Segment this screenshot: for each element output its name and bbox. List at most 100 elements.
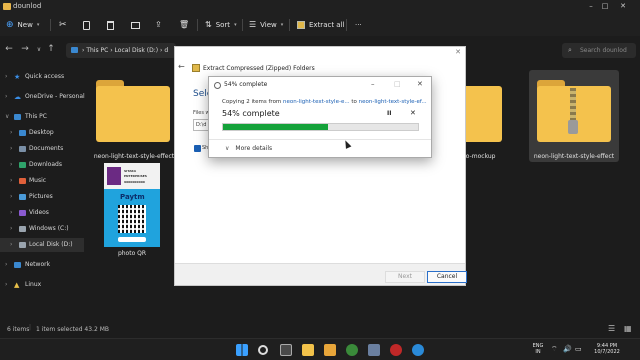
sidebar-item-pictures[interactable]: › Pictures [0, 190, 84, 204]
region-code: IN [535, 349, 541, 355]
show-files-checkbox[interactable] [194, 145, 201, 152]
sidebar-item-windows-c[interactable]: › Windows (C:) [0, 222, 84, 236]
pictures-icon [19, 194, 26, 200]
language-indicator[interactable]: ENG IN [531, 343, 545, 355]
logo-icon [107, 167, 121, 185]
sidebar-item-documents[interactable]: › Documents [0, 142, 84, 156]
copy-text: Copying 2 items from [222, 99, 284, 105]
chevron-right-icon: › [10, 209, 13, 216]
search-icon: ⌕ [568, 46, 572, 54]
up-arrow-icon[interactable]: ↑ [46, 44, 56, 54]
close-icon[interactable]: ✕ [455, 48, 461, 56]
chevron-down-icon: ∨ [5, 113, 10, 120]
extract-icon [297, 21, 305, 29]
zip-folder-icon [192, 64, 200, 72]
minimize-button[interactable]: – [371, 80, 375, 88]
app-icon[interactable] [390, 344, 402, 356]
more-button[interactable]: ··· [355, 18, 362, 32]
navigation-pane: › ★ Quick access › ☁ OneDrive - Personal… [0, 64, 85, 320]
back-arrow-icon[interactable]: ← [4, 44, 14, 54]
wifi-icon[interactable]: ⌔ [551, 345, 558, 354]
destination-field[interactable]: D:\d [193, 119, 209, 131]
clock[interactable]: 9:44 PM 10/7/2022 [590, 343, 624, 355]
search-icon[interactable] [258, 345, 268, 355]
wizard-title: Extract Compressed (Zipped) Folders [203, 65, 315, 72]
new-button[interactable]: ⊕ New ▾ [6, 18, 39, 32]
qr-header-text: SITARA [124, 169, 137, 173]
copy-button[interactable] [83, 18, 90, 32]
breadcrumb-this-pc[interactable]: This PC [86, 47, 108, 54]
destination-link[interactable]: neon-light-text-style-ef... [359, 99, 427, 105]
view-icon: ☰ [249, 20, 257, 29]
search-input[interactable]: ⌕ Search dounlod [562, 43, 636, 58]
sidebar-item-label: Pictures [29, 193, 53, 200]
close-button[interactable]: ✕ [618, 1, 628, 12]
details-view-icon[interactable]: ☰ [608, 324, 615, 333]
breadcrumb-local-disk[interactable]: Local Disk (D:) [115, 47, 159, 54]
zip-item-selected[interactable]: neon-light-text-style-effect [529, 70, 619, 162]
sidebar-item-linux[interactable]: › ▲ Linux [0, 278, 84, 292]
command-bar: ⊕ New ▾ ✂ ⇪ 🗑 ⇅ Sort ▾ ☰ View ▾ Extract … [0, 14, 640, 36]
qr-header-text: 9000000000 [124, 180, 145, 184]
sidebar-item-label: This PC [25, 113, 47, 120]
sidebar-item-label: OneDrive - Personal [25, 93, 85, 100]
folder-icon [96, 86, 170, 142]
edge-icon[interactable] [412, 344, 424, 356]
rename-button[interactable] [131, 18, 140, 32]
delete-button[interactable]: 🗑 [179, 18, 189, 32]
sidebar-item-downloads[interactable]: › Downloads [0, 158, 84, 172]
sidebar-item-label: Desktop [29, 129, 54, 136]
sidebar-item-onedrive[interactable]: › ☁ OneDrive - Personal [0, 90, 85, 104]
minimize-button[interactable]: – [586, 1, 596, 12]
file-label: photo QR [117, 250, 147, 257]
divider [209, 139, 431, 140]
chevron-right-icon: › [10, 161, 13, 168]
maximize-button[interactable]: □ [600, 1, 610, 12]
paste-button[interactable] [107, 18, 114, 32]
chevron-down-icon[interactable]: ∨ [34, 46, 44, 53]
more-details-button[interactable]: ∨ More details [225, 145, 272, 152]
source-link[interactable]: neon-light-text-style-e... [283, 99, 350, 105]
cloud-icon: ☁ [14, 93, 21, 101]
app-icon[interactable] [324, 344, 336, 356]
cancel-copy-button[interactable]: ✕ [410, 109, 416, 117]
battery-icon[interactable]: ▭ [575, 345, 582, 353]
videos-icon [19, 210, 26, 216]
sidebar-item-local-disk-d[interactable]: › Local Disk (D:) [0, 238, 84, 252]
windows-start-icon[interactable] [236, 344, 248, 356]
address-bar[interactable]: › This PC › Local Disk (D:) › d [66, 43, 176, 58]
back-arrow-icon[interactable]: ← [178, 62, 185, 71]
sidebar-item-desktop[interactable]: › Desktop [0, 126, 84, 140]
task-view-icon[interactable] [280, 344, 292, 356]
qr-image-thumbnail[interactable]: SITARA ENTERPRISES 9000000000 Paytm [104, 163, 160, 247]
extract-all-button[interactable]: Extract all [297, 18, 344, 32]
breadcrumb-folder[interactable]: d [164, 47, 168, 54]
forward-arrow-icon[interactable]: → [20, 44, 30, 54]
share-button[interactable]: ⇪ [155, 18, 162, 32]
folder-icon [466, 86, 502, 142]
sidebar-item-music[interactable]: › Music [0, 174, 84, 188]
cancel-button[interactable]: Cancel [427, 271, 467, 283]
sidebar-item-this-pc[interactable]: ∨ This PC [0, 110, 84, 124]
sidebar-item-quick-access[interactable]: › ★ Quick access [0, 70, 84, 84]
cut-button[interactable]: ✂ [59, 18, 67, 32]
pause-button[interactable]: II [387, 110, 391, 117]
qr-header-text: ENTERPRISES [124, 174, 147, 178]
xbox-icon[interactable] [346, 344, 358, 356]
view-button[interactable]: ☰ View ▾ [249, 18, 283, 32]
sidebar-item-network[interactable]: › Network [0, 258, 84, 272]
app-icon[interactable] [368, 344, 380, 356]
folder-item-neon[interactable] [96, 80, 170, 142]
chevron-right-icon: › [10, 225, 13, 232]
large-icons-view-icon[interactable]: ▦ [624, 324, 632, 333]
close-button[interactable]: ✕ [417, 80, 423, 88]
volume-icon[interactable]: 🔊 [563, 345, 572, 353]
file-explorer-icon[interactable] [302, 344, 314, 356]
folder-item-mockup[interactable] [466, 80, 502, 142]
chevron-down-icon: ▾ [36, 22, 40, 28]
chevron-right-icon: › [5, 281, 8, 288]
pc-icon [14, 114, 21, 120]
sort-button[interactable]: ⇅ Sort ▾ [205, 18, 237, 32]
next-button[interactable]: Next [385, 271, 425, 283]
sidebar-item-videos[interactable]: › Videos [0, 206, 84, 220]
